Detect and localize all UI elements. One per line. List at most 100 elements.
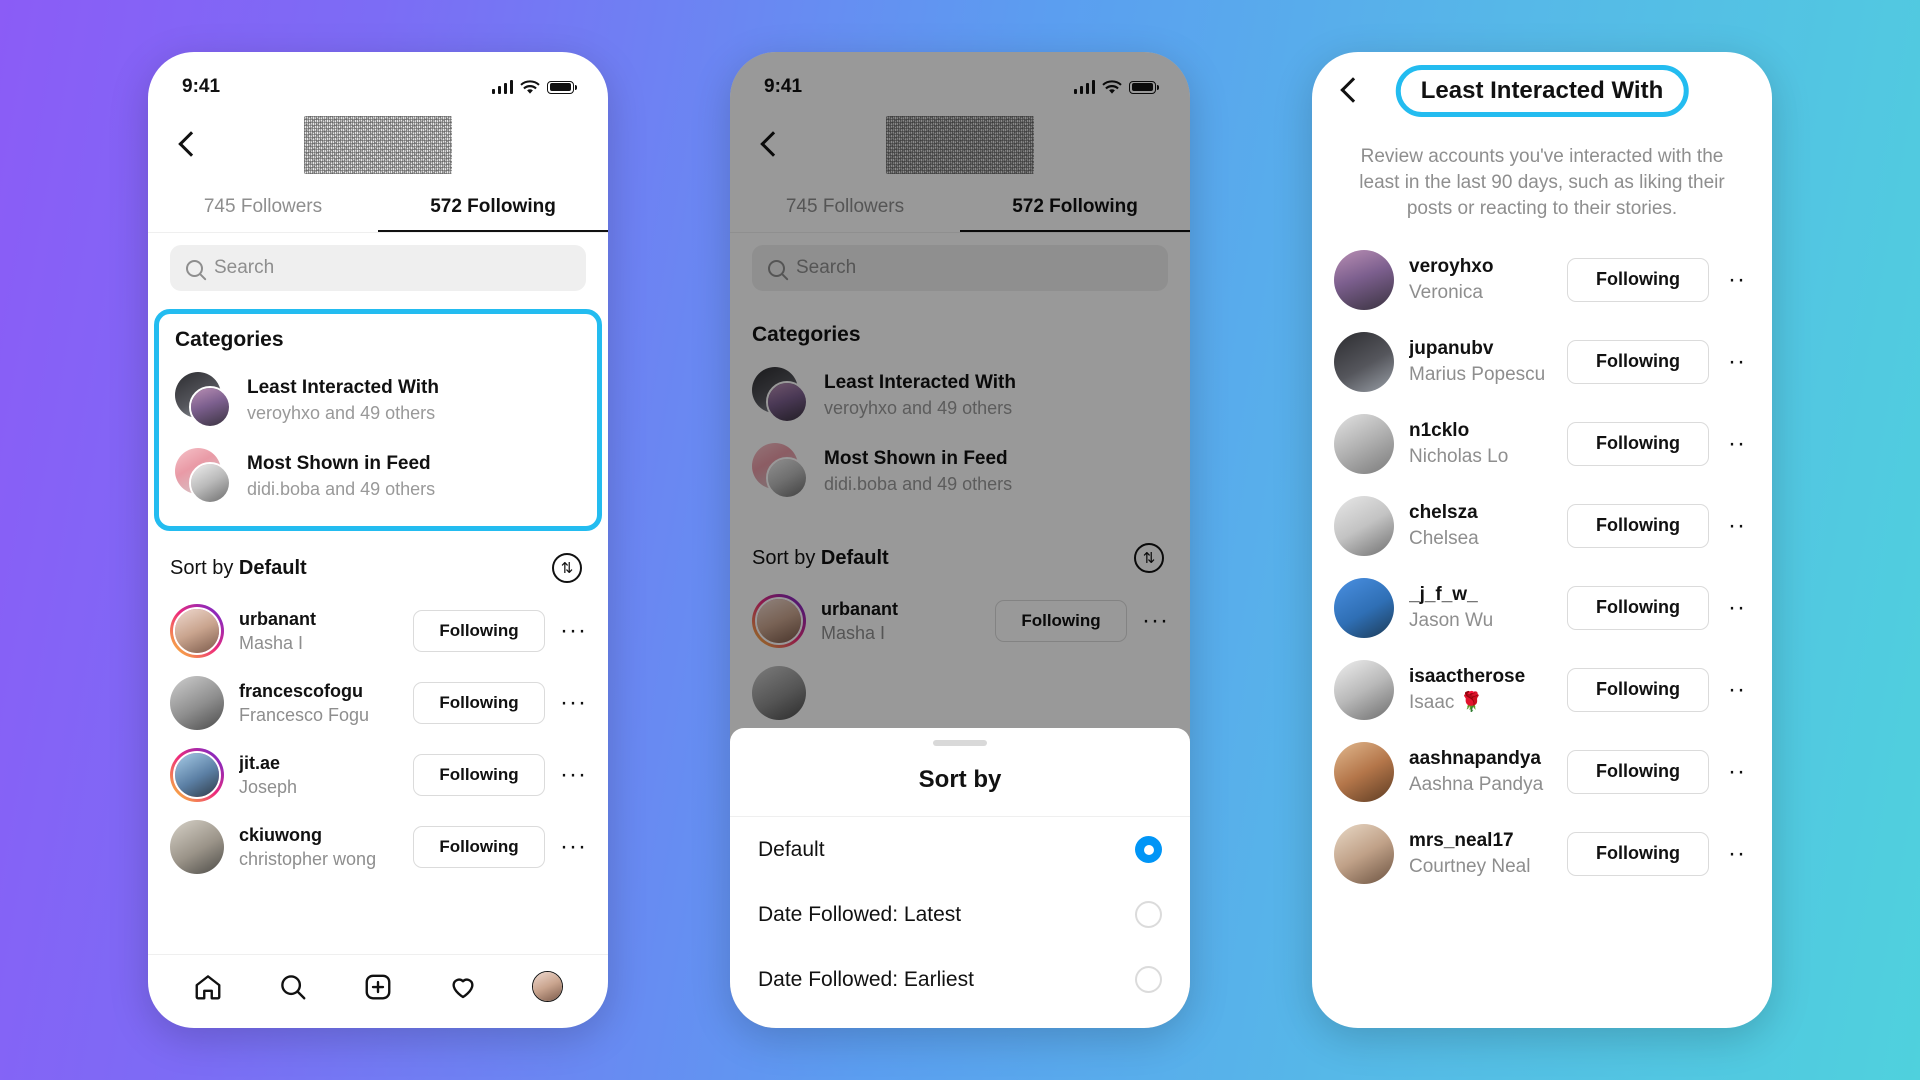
category-subtitle: didi.boba and 49 others bbox=[824, 473, 1013, 494]
following-button[interactable]: Following bbox=[1567, 585, 1709, 630]
following-button[interactable]: Following bbox=[1567, 421, 1709, 466]
list-item[interactable]: isaactherose Isaac 🌹 Following ·· bbox=[1312, 649, 1772, 731]
search-input[interactable]: Search bbox=[170, 245, 586, 291]
radio-icon[interactable] bbox=[1135, 966, 1162, 993]
sort-arrows-icon[interactable]: ⇅ bbox=[552, 553, 582, 583]
category-item-least-interacted[interactable]: Least Interacted With veroyhxo and 49 ot… bbox=[159, 362, 597, 438]
wifi-icon bbox=[520, 79, 540, 94]
more-options-icon[interactable]: ·· bbox=[1724, 841, 1750, 865]
list-item[interactable]: jupanubv Marius Popescu Following ·· bbox=[1312, 321, 1772, 403]
sort-option-latest[interactable]: Date Followed: Latest bbox=[730, 882, 1190, 947]
more-options-icon[interactable]: ·· bbox=[1724, 677, 1750, 701]
category-avatar-stack bbox=[175, 448, 231, 504]
username: _j_f_w_ bbox=[1409, 584, 1478, 606]
following-button[interactable]: Following bbox=[413, 682, 545, 724]
tab-followers[interactable]: 745 Followers bbox=[730, 182, 960, 232]
more-options-icon[interactable]: ·· bbox=[1724, 349, 1750, 373]
list-item[interactable]: urbanant Masha I Following ··· bbox=[730, 585, 1190, 657]
category-avatar-stack bbox=[752, 367, 808, 423]
search-input[interactable]: Search bbox=[752, 245, 1168, 291]
category-item-least-interacted[interactable]: Least Interacted With veroyhxo and 49 ot… bbox=[736, 357, 1184, 433]
heart-icon[interactable] bbox=[447, 971, 479, 1003]
sort-option-earliest[interactable]: Date Followed: Earliest bbox=[730, 947, 1190, 1012]
status-bar-1: 9:41 bbox=[148, 52, 608, 108]
list-item[interactable]: urbanant Masha I Following ··· bbox=[148, 595, 608, 667]
avatar bbox=[170, 676, 224, 730]
sort-option-label: Date Followed: Latest bbox=[758, 902, 962, 926]
list-item[interactable]: _j_f_w_ Jason Wu Following ·· bbox=[1312, 567, 1772, 649]
following-button[interactable]: Following bbox=[413, 826, 545, 868]
home-icon[interactable] bbox=[192, 971, 224, 1003]
avatar bbox=[1334, 659, 1394, 720]
sheet-title: Sort by bbox=[730, 746, 1190, 817]
search-container-1: Search bbox=[148, 233, 608, 301]
phone-mockup-2: 9:41 745 Followers 572 Following Search … bbox=[730, 52, 1190, 1028]
status-time: 9:41 bbox=[182, 76, 221, 97]
list-item[interactable] bbox=[730, 657, 1190, 729]
phone-mockup-3: Least Interacted With Review accounts yo… bbox=[1312, 52, 1772, 1028]
fullname: Nicholas Lo bbox=[1409, 445, 1509, 467]
more-options-icon[interactable]: ·· bbox=[1724, 759, 1750, 783]
back-icon[interactable] bbox=[174, 132, 200, 158]
sort-arrows-icon[interactable]: ⇅ bbox=[1134, 543, 1164, 573]
back-icon[interactable] bbox=[756, 132, 782, 158]
following-button[interactable]: Following bbox=[995, 600, 1127, 642]
page-title-highlighted: Least Interacted With bbox=[1395, 65, 1689, 117]
radio-selected-icon[interactable] bbox=[1135, 836, 1162, 863]
search-icon[interactable] bbox=[277, 971, 309, 1003]
search-icon bbox=[186, 259, 203, 277]
fullname: Joseph bbox=[239, 777, 298, 797]
username: ckiuwong bbox=[239, 824, 323, 845]
fullname: Masha I bbox=[821, 623, 886, 643]
more-options-icon[interactable]: ··· bbox=[560, 619, 586, 643]
category-subtitle: didi.boba and 49 others bbox=[247, 478, 436, 499]
tab-following[interactable]: 572 Following bbox=[960, 182, 1190, 232]
avatar bbox=[1334, 331, 1394, 392]
list-item[interactable]: mrs_neal17 Courtney Neal Following ·· bbox=[1312, 813, 1772, 895]
following-button[interactable]: Following bbox=[413, 610, 545, 652]
username: chelsza bbox=[1409, 502, 1478, 524]
category-avatar-stack bbox=[175, 372, 231, 428]
avatar bbox=[1334, 577, 1394, 638]
more-options-icon[interactable]: ··· bbox=[560, 835, 586, 859]
sort-option-default[interactable]: Default bbox=[730, 817, 1190, 882]
page-title: Least Interacted With bbox=[1420, 77, 1664, 104]
category-item-most-shown[interactable]: Most Shown in Feed didi.boba and 49 othe… bbox=[736, 433, 1184, 509]
signal-icon bbox=[491, 80, 513, 94]
fullname: christopher wong bbox=[239, 849, 377, 869]
list-item[interactable]: francescofogu Francesco Fogu Following ·… bbox=[148, 667, 608, 739]
tab-followers[interactable]: 745 Followers bbox=[148, 182, 378, 232]
more-options-icon[interactable]: ··· bbox=[560, 763, 586, 787]
more-options-icon[interactable]: ··· bbox=[560, 691, 586, 715]
list-item[interactable]: veroyhxo Veronica Following ·· bbox=[1312, 239, 1772, 321]
more-options-icon[interactable]: ··· bbox=[1142, 609, 1168, 633]
radio-icon[interactable] bbox=[1135, 901, 1162, 928]
back-icon[interactable] bbox=[1336, 78, 1362, 104]
more-options-icon[interactable]: ·· bbox=[1724, 595, 1750, 619]
profile-avatar[interactable] bbox=[532, 971, 564, 1003]
list-item[interactable]: chelsza Chelsea Following ·· bbox=[1312, 485, 1772, 567]
more-options-icon[interactable]: ·· bbox=[1724, 431, 1750, 455]
list-item[interactable]: ckiuwong christopher wong Following ··· bbox=[148, 811, 608, 883]
following-button[interactable]: Following bbox=[1567, 831, 1709, 876]
following-button[interactable]: Following bbox=[413, 754, 545, 796]
redacted-username-title bbox=[304, 116, 452, 174]
create-icon[interactable] bbox=[362, 971, 394, 1003]
following-button[interactable]: Following bbox=[1567, 339, 1709, 384]
more-options-icon[interactable]: ·· bbox=[1724, 267, 1750, 291]
category-item-most-shown[interactable]: Most Shown in Feed didi.boba and 49 othe… bbox=[159, 438, 597, 514]
following-button[interactable]: Following bbox=[1567, 667, 1709, 712]
list-item[interactable]: n1cklo Nicholas Lo Following ·· bbox=[1312, 403, 1772, 485]
profile-nav-1 bbox=[148, 108, 608, 182]
avatar bbox=[170, 820, 224, 874]
signal-icon bbox=[1073, 80, 1095, 94]
list-item[interactable]: aashnapandya Aashna Pandya Following ·· bbox=[1312, 731, 1772, 813]
following-button[interactable]: Following bbox=[1567, 503, 1709, 548]
following-button[interactable]: Following bbox=[1567, 749, 1709, 794]
tab-following[interactable]: 572 Following bbox=[378, 182, 608, 232]
list-item[interactable]: jit.ae Joseph Following ··· bbox=[148, 739, 608, 811]
more-options-icon[interactable]: ·· bbox=[1724, 513, 1750, 537]
search-container-2: Search bbox=[730, 233, 1190, 301]
following-button[interactable]: Following bbox=[1567, 257, 1709, 302]
avatar bbox=[1334, 413, 1394, 474]
